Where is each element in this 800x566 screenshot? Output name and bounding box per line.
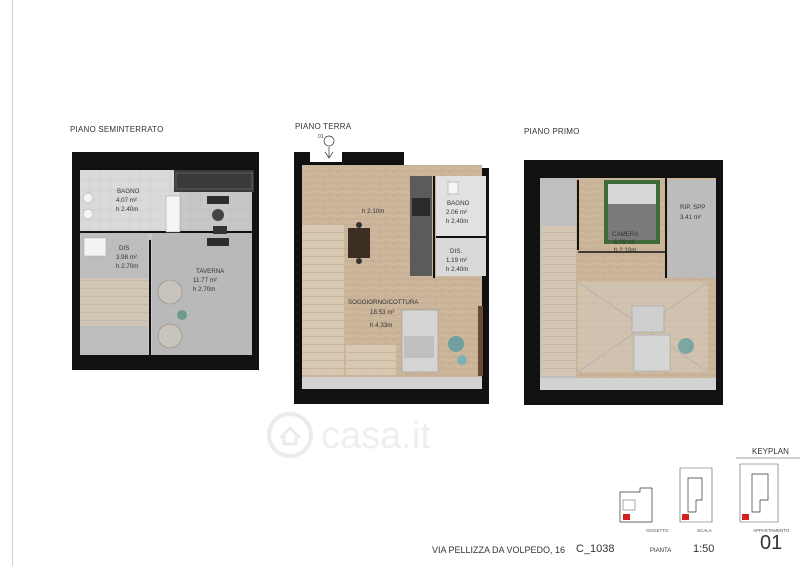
room-soggiorno-area: 18.53 m² [370, 309, 394, 316]
room-dis-terra-name: DIS. [450, 248, 462, 255]
room-dis-sem-height: h 2.70m [116, 263, 138, 270]
room-rip-name: RIP. SPP [680, 204, 705, 211]
room-bagno-sem-area: 4.07 m² [116, 197, 137, 204]
room-soggiorno-name: SOGGIORNO/COTTURA [348, 299, 419, 306]
room-bagno-sem-height: h 2.40m [116, 206, 138, 213]
keyplan-thumb-3 [739, 463, 779, 523]
scale-value: 1:50 [693, 543, 715, 555]
plan-seminterrato [72, 152, 259, 370]
room-rip-area: 3.41 m² [680, 214, 701, 221]
room-dis-sem-area: 3.98 m² [116, 254, 137, 261]
entry-marker-text: 01 [318, 134, 324, 140]
scala-label: SCALA [697, 528, 712, 533]
room-dis-sem-name: DIS [119, 245, 129, 252]
floor-plan-sheet: PIANO SEMINTERRATO PIANO TERRA PIANO PRI… [0, 0, 800, 566]
room-taverna-name: TAVERNA [196, 268, 225, 275]
appartamento-number: 01 [760, 532, 783, 554]
room-bagno-terra-height: h 2.40m [446, 218, 468, 225]
watermark-text: casa.it [321, 415, 431, 457]
room-main-height: h 2.10m [362, 208, 384, 215]
room-camera-height: h 2.10m [614, 247, 636, 254]
address-text: VIA PELLIZZA DA VOLPEDO, 16 [432, 545, 566, 555]
keyplan-thumb-2 [679, 467, 713, 523]
casa-it-watermark: casa.it [265, 410, 535, 460]
keyplan-thumb-1 [619, 487, 653, 523]
keyplan-drawings [619, 457, 800, 523]
pianta-label: PIANTA [650, 548, 672, 554]
plans-drawing: BAGNO 4.07 m² h 2.40m DIS 3.98 m² h 2.70… [72, 134, 800, 523]
room-bagno-terra-area: 2.06 m² [446, 209, 467, 216]
room-soggiorno-height: h 4.33m [370, 322, 392, 329]
oggetto-label: OGGETTO [646, 528, 669, 533]
room-dis-terra-height: h 2.40m [446, 266, 468, 273]
room-camera-name: CAMERA [612, 231, 639, 238]
project-code: C_1038 [576, 543, 615, 555]
plan-primo [524, 160, 723, 405]
room-bagno-sem-name: BAGNO [117, 188, 140, 195]
keyplan-title: KEYPLAN [752, 447, 789, 456]
room-dis-terra-area: 1.19 m² [446, 257, 467, 264]
room-bagno-terra-name: BAGNO [447, 200, 470, 207]
room-camera-area: 6.09 m² [614, 239, 635, 246]
room-taverna-height: h 2.70m [193, 286, 215, 293]
room-taverna-area: 11.77 m² [193, 277, 217, 284]
